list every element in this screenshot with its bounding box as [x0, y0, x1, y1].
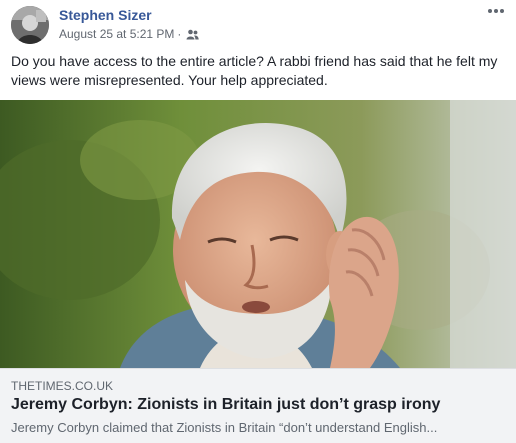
- link-preview-card[interactable]: THETIMES.CO.UK Jeremy Corbyn: Zionists i…: [0, 100, 516, 443]
- avatar-photo: [11, 6, 49, 44]
- post-timestamp[interactable]: August 25 at 5:21 PM: [59, 27, 174, 41]
- meta-separator: ·: [177, 27, 182, 41]
- facebook-post: Stephen Sizer August 25 at 5:21 PM · Do …: [0, 0, 516, 443]
- post-header: Stephen Sizer August 25 at 5:21 PM ·: [0, 0, 516, 48]
- man-cupping-ear-photo: [0, 100, 516, 368]
- link-preview-image[interactable]: [0, 100, 516, 368]
- more-options-icon[interactable]: [484, 3, 508, 19]
- link-title[interactable]: Jeremy Corbyn: Zionists in Britain just …: [11, 396, 440, 414]
- friends-icon[interactable]: [186, 29, 200, 40]
- post-meta: August 25 at 5:21 PM ·: [59, 27, 200, 41]
- post-text: Do you have access to the entire article…: [11, 53, 498, 88]
- author-avatar[interactable]: [11, 6, 49, 44]
- link-description: Jeremy Corbyn claimed that Zionists in B…: [11, 420, 438, 435]
- author-name[interactable]: Stephen Sizer: [59, 7, 152, 23]
- link-preview-info[interactable]: THETIMES.CO.UK Jeremy Corbyn: Zionists i…: [0, 368, 516, 443]
- link-domain: THETIMES.CO.UK: [11, 379, 114, 393]
